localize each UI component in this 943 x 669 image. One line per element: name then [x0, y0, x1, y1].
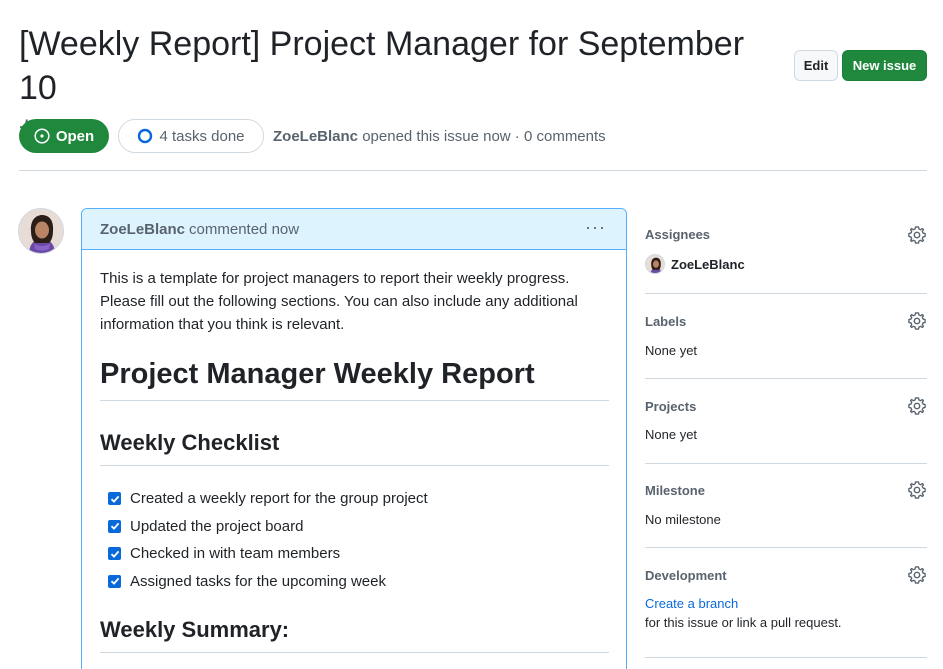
issue-meta-row: Open 4 tasks done ZoeLeBlanc opened this… — [19, 119, 606, 153]
issue-title: [Weekly Report] Project Manager for Sept… — [19, 25, 745, 107]
issue-opened-detail: opened this issue now · 0 comments — [362, 127, 606, 145]
create-branch-link[interactable]: Create a branch — [645, 596, 927, 611]
sidebar-development: Development Create a branch for this iss… — [645, 548, 927, 658]
sidebar-projects: Projects None yet — [645, 379, 927, 464]
sidebar-milestone: Milestone No milestone — [645, 464, 927, 548]
issue-comment: ZoeLeBlanc commented now ··· This is a t… — [81, 208, 627, 669]
issue-opened-text: ZoeLeBlanc opened this issue now · 0 com… — [273, 128, 606, 145]
checkbox-checked-icon[interactable] — [108, 574, 121, 588]
tasks-progress-label: 4 tasks done — [159, 127, 245, 145]
new-issue-button[interactable]: New issue — [842, 50, 927, 81]
checklist-item-label: Created a weekly report for the group pr… — [130, 490, 428, 508]
kebab-horizontal-icon[interactable]: ··· — [585, 218, 606, 236]
weekly-checklist: Created a weekly report for the group pr… — [100, 485, 608, 595]
sidebar-milestone-value: No milestone — [645, 512, 721, 527]
checklist-item: Checked in with team members — [100, 540, 608, 568]
checklist-item: Updated the project board — [100, 513, 608, 541]
gear-icon[interactable] — [908, 481, 926, 499]
sidebar-development-title[interactable]: Development — [645, 568, 927, 583]
checklist-item-label: Assigned tasks for the upcoming week — [130, 572, 386, 590]
checkbox-checked-icon[interactable] — [108, 519, 121, 533]
gear-icon[interactable] — [908, 226, 926, 244]
assignee-avatar — [645, 254, 665, 274]
issue-sidebar: Assignees ZoeLeBlanc Labels None yet Pro… — [645, 210, 927, 658]
checklist-item: Created a weekly report for the group pr… — [100, 485, 608, 513]
header-divider — [19, 170, 927, 171]
comment-body: This is a template for project managers … — [82, 250, 626, 653]
checklist-item-label: Checked in with team members — [130, 545, 341, 563]
comment-author-avatar[interactable] — [18, 208, 64, 254]
assignee-item[interactable]: ZoeLeBlanc — [645, 254, 927, 274]
comment-author-link[interactable]: ZoeLeBlanc — [100, 221, 185, 238]
summary-heading: Weekly Summary: — [100, 615, 609, 653]
issue-state-badge: Open — [19, 119, 109, 153]
checklist-item-label: Updated the project board — [130, 517, 304, 535]
assignee-name: ZoeLeBlanc — [671, 256, 745, 272]
sidebar-labels-value: None yet — [645, 343, 698, 358]
sidebar-labels: Labels None yet — [645, 294, 927, 379]
gear-icon[interactable] — [908, 397, 926, 415]
checkbox-checked-icon[interactable] — [108, 547, 121, 561]
gear-icon[interactable] — [908, 566, 926, 584]
issue-opened-icon — [34, 128, 50, 144]
gear-icon[interactable] — [908, 312, 926, 330]
sidebar-development-value: for this issue or link a pull request. — [645, 615, 842, 630]
edit-button[interactable]: Edit — [794, 50, 838, 81]
checklist-item: Assigned tasks for the upcoming week — [100, 568, 608, 596]
tasks-progress-pill[interactable]: 4 tasks done — [118, 119, 264, 153]
sidebar-milestone-title[interactable]: Milestone — [645, 483, 927, 498]
sidebar-labels-title[interactable]: Labels — [645, 314, 927, 329]
progress-circle-icon — [138, 128, 153, 144]
sidebar-assignees-title[interactable]: Assignees — [645, 227, 927, 242]
issue-author-link[interactable]: ZoeLeBlanc — [273, 128, 358, 145]
comment-header: ZoeLeBlanc commented now ··· — [82, 209, 626, 250]
sidebar-assignees: Assignees ZoeLeBlanc — [645, 210, 927, 294]
report-heading: Project Manager Weekly Report — [100, 356, 609, 401]
sidebar-projects-value: None yet — [645, 427, 698, 442]
comment-intro: This is a template for project managers … — [100, 270, 578, 333]
checklist-heading: Weekly Checklist — [100, 428, 609, 466]
checkbox-checked-icon[interactable] — [108, 492, 121, 506]
sidebar-projects-title[interactable]: Projects — [645, 399, 927, 414]
comment-action-text: commented now — [189, 220, 300, 238]
issue-state-label: Open — [55, 127, 95, 145]
